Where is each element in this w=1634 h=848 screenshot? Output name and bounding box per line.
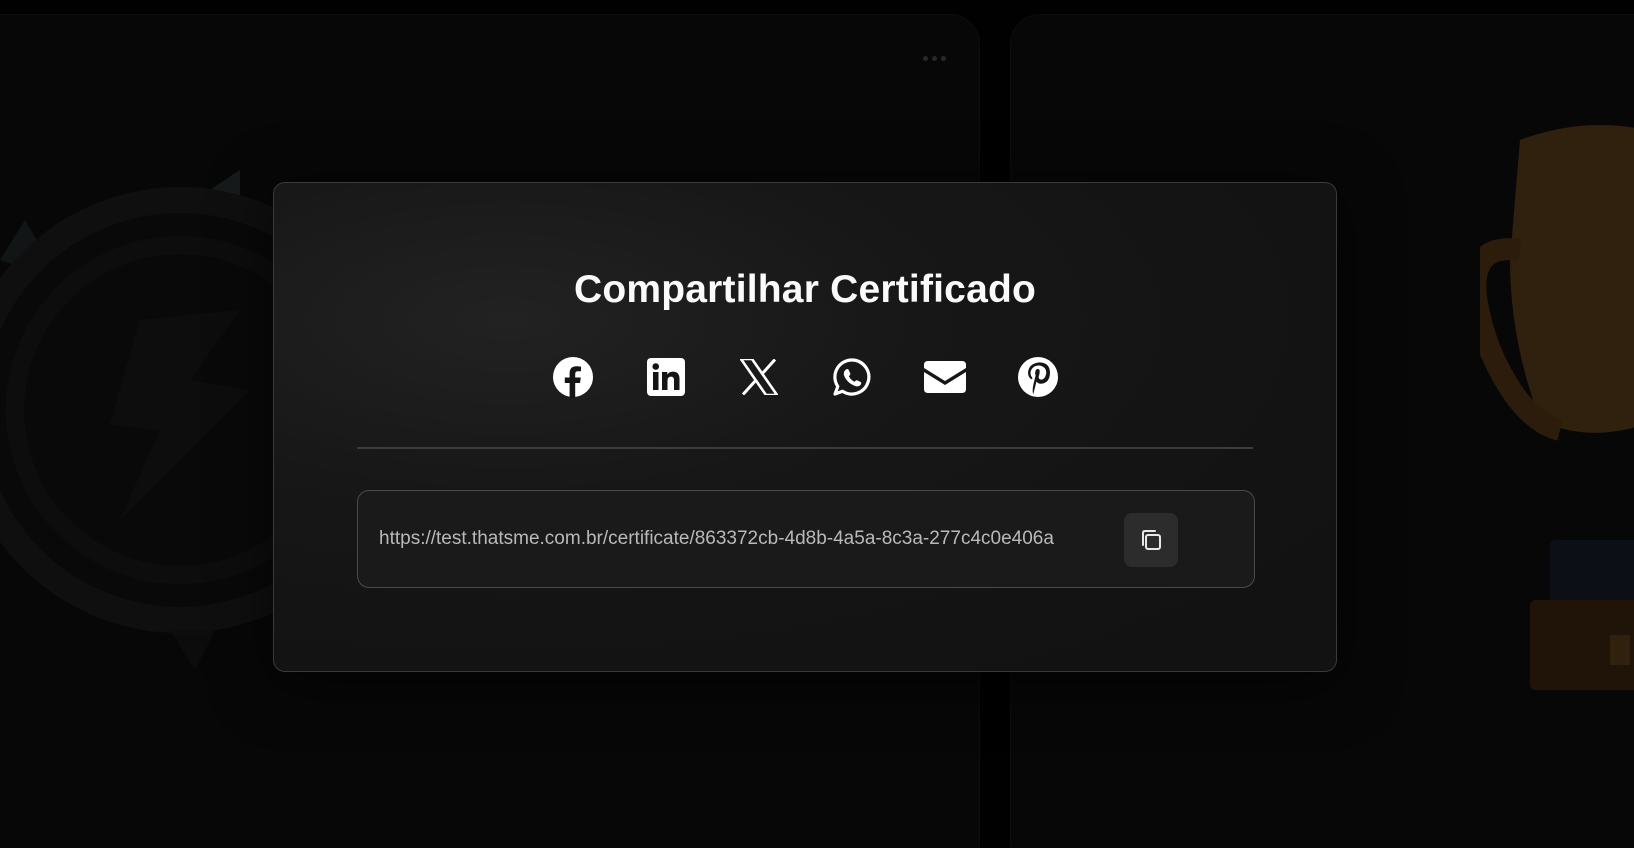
share-facebook-button[interactable] [551, 355, 595, 399]
more-horizontal-icon[interactable] [918, 48, 950, 68]
x-icon [739, 359, 778, 395]
app-screen: Compartilhar Certificado https://test.th… [0, 0, 1634, 848]
share-x-button[interactable] [737, 355, 781, 399]
divider [357, 447, 1253, 449]
certificate-url[interactable]: https://test.thatsme.com.br/certificate/… [379, 528, 1054, 550]
email-icon [923, 361, 966, 393]
copy-icon [1142, 530, 1161, 550]
facebook-icon [552, 357, 593, 398]
linkedin-icon [646, 358, 685, 396]
copy-link-button[interactable] [1124, 513, 1178, 567]
modal-title: Compartilhar Certificado [573, 268, 1037, 311]
whatsapp-icon [832, 358, 870, 396]
share-certificate-modal: Compartilhar Certificado https://test.th… [273, 182, 1337, 672]
pinterest-icon [1017, 357, 1058, 397]
trophy-icon [1480, 125, 1634, 690]
share-whatsapp-button[interactable] [830, 355, 874, 399]
certificate-link-field[interactable]: https://test.thatsme.com.br/certificate/… [357, 490, 1255, 588]
share-email-button[interactable] [923, 355, 967, 399]
share-linkedin-button[interactable] [644, 355, 688, 399]
share-options [274, 355, 1336, 399]
laurel-emblem-icon [0, 170, 300, 670]
share-pinterest-button[interactable] [1016, 355, 1060, 399]
